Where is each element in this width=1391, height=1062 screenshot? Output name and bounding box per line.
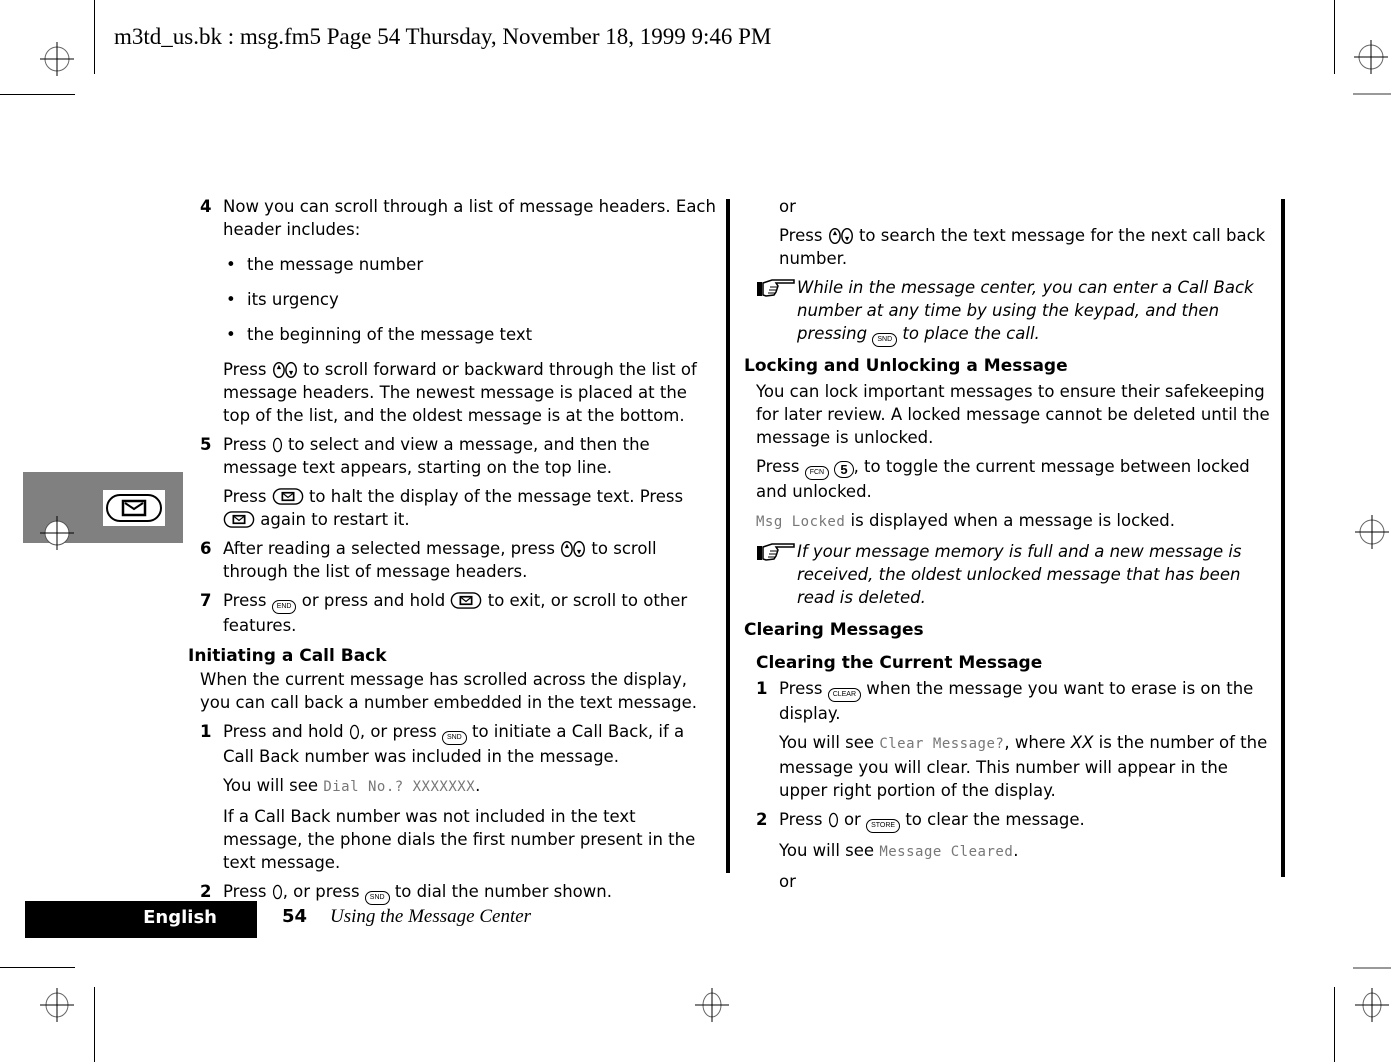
scroll-up-down-key-icon — [828, 227, 854, 245]
or-text: or — [779, 197, 796, 216]
crop-mark — [0, 967, 75, 968]
store-key-icon: STORE — [866, 819, 901, 833]
registration-mark-icon — [40, 42, 74, 76]
step-7: 7 Press END or press and hold to exit, or… — [200, 591, 688, 635]
pointing-hand-icon — [756, 541, 796, 563]
left-column: 4 Now you can scroll through a list of me… — [188, 195, 718, 905]
heading-clearing-messages: Clearing Messages — [744, 620, 924, 640]
crop-mark — [1334, 0, 1335, 74]
select-key-icon — [349, 723, 360, 741]
crop-mark — [1353, 967, 1391, 969]
tip-note: If your message memory is full and a new… — [744, 540, 1276, 609]
registration-mark-icon — [1354, 40, 1388, 74]
message-key-icon — [450, 591, 482, 610]
crop-mark — [1353, 93, 1391, 95]
callback-step-1: 1 Press and hold , or press SND to initia… — [200, 722, 685, 766]
lock-display-note: Msg Locked is displayed when a message i… — [756, 511, 1176, 530]
step-5-instruction: Press to halt the display of the message… — [223, 487, 684, 529]
tip-note: While in the message center, you can ent… — [744, 276, 1276, 347]
registration-mark-icon — [1355, 988, 1389, 1022]
crop-mark — [1334, 987, 1335, 1062]
clear-step-2: 2 Press or STORE to clear the message. — [744, 808, 1276, 833]
clear-step-1: 1 Press CLEAR when the message you want t… — [756, 679, 1254, 723]
message-key-icon — [272, 487, 304, 506]
heading-locking-unlocking: Locking and Unlocking a Message — [744, 356, 1068, 376]
callback-step-2: 2 Press , or press SND to dial the number… — [188, 880, 718, 905]
column-rule — [726, 199, 730, 873]
select-key-icon — [272, 883, 283, 901]
search-instruction: Press to search the text message for the… — [779, 226, 1266, 268]
section-title: Using the Message Center — [330, 906, 532, 927]
registration-mark-icon — [695, 988, 729, 1022]
lcd-text: Message Cleared — [879, 844, 1014, 860]
or-text: or — [779, 872, 796, 891]
fcn-key-icon: FCN — [804, 466, 830, 480]
step-6: 6 After reading a selected message, press… — [200, 539, 657, 581]
step-4: 4 Now you can scroll through a list of me… — [200, 197, 716, 239]
language-tab: English — [25, 901, 257, 938]
page-number: 54 — [282, 906, 308, 927]
callback-display-note: You will see Dial No.? XXXXXXX. — [223, 776, 481, 795]
lock-instruction: Press FCN 5, to toggle the current messa… — [756, 457, 1250, 501]
select-key-icon — [828, 811, 839, 829]
select-key-icon — [272, 436, 283, 454]
step-5: 5 Press to select and view a message, and… — [200, 435, 650, 477]
snd-key-icon: SND — [364, 891, 390, 905]
column-rule — [1281, 199, 1285, 877]
bullet-item: • its urgency — [226, 290, 339, 309]
registration-mark-icon — [40, 988, 74, 1022]
scroll-up-down-key-icon — [560, 540, 586, 558]
clear-display-note: You will see Clear Message?, where XX is… — [779, 733, 1268, 800]
cleared-display-note: You will see Message Cleared. — [779, 841, 1019, 860]
lock-intro: You can lock important messages to ensur… — [756, 382, 1270, 447]
lcd-text: Dial No.? XXXXXXX — [323, 779, 476, 795]
bullet-item: • the message number — [226, 255, 424, 274]
callback-fallback-note: If a Call Back number was not included i… — [223, 807, 696, 872]
snd-key-icon: SND — [872, 333, 898, 347]
heading-initiating-call-back: Initiating a Call Back — [188, 646, 387, 666]
lcd-text: Clear Message? — [879, 736, 1005, 752]
chapter-side-tab — [23, 472, 183, 550]
snd-key-icon: SND — [441, 731, 467, 745]
bullet-item: • the beginning of the message text — [226, 325, 533, 344]
clear-key-icon: CLEAR — [827, 688, 862, 702]
registration-mark-icon — [1355, 515, 1389, 549]
crop-mark — [94, 0, 95, 74]
scroll-up-down-key-icon — [272, 361, 298, 379]
five-key-icon: 5 — [834, 461, 854, 478]
message-key-icon — [103, 490, 165, 526]
end-key-icon: END — [271, 600, 297, 614]
right-column: or Press to search the text message for … — [744, 195, 1276, 893]
registration-mark-icon — [40, 516, 74, 550]
message-key-icon — [223, 510, 255, 529]
print-slug: m3td_us.bk : msg.fm5 Page 54 Thursday, N… — [114, 24, 772, 49]
callback-intro: When the current message has scrolled ac… — [200, 670, 697, 712]
subheading-clearing-current: Clearing the Current Message — [756, 653, 1043, 673]
lcd-text: Msg Locked — [756, 514, 846, 530]
step-4-instruction: Press to scroll forward or backward thro… — [223, 360, 697, 425]
pointing-hand-icon — [756, 277, 796, 299]
crop-mark — [94, 987, 95, 1062]
crop-mark — [0, 94, 75, 95]
